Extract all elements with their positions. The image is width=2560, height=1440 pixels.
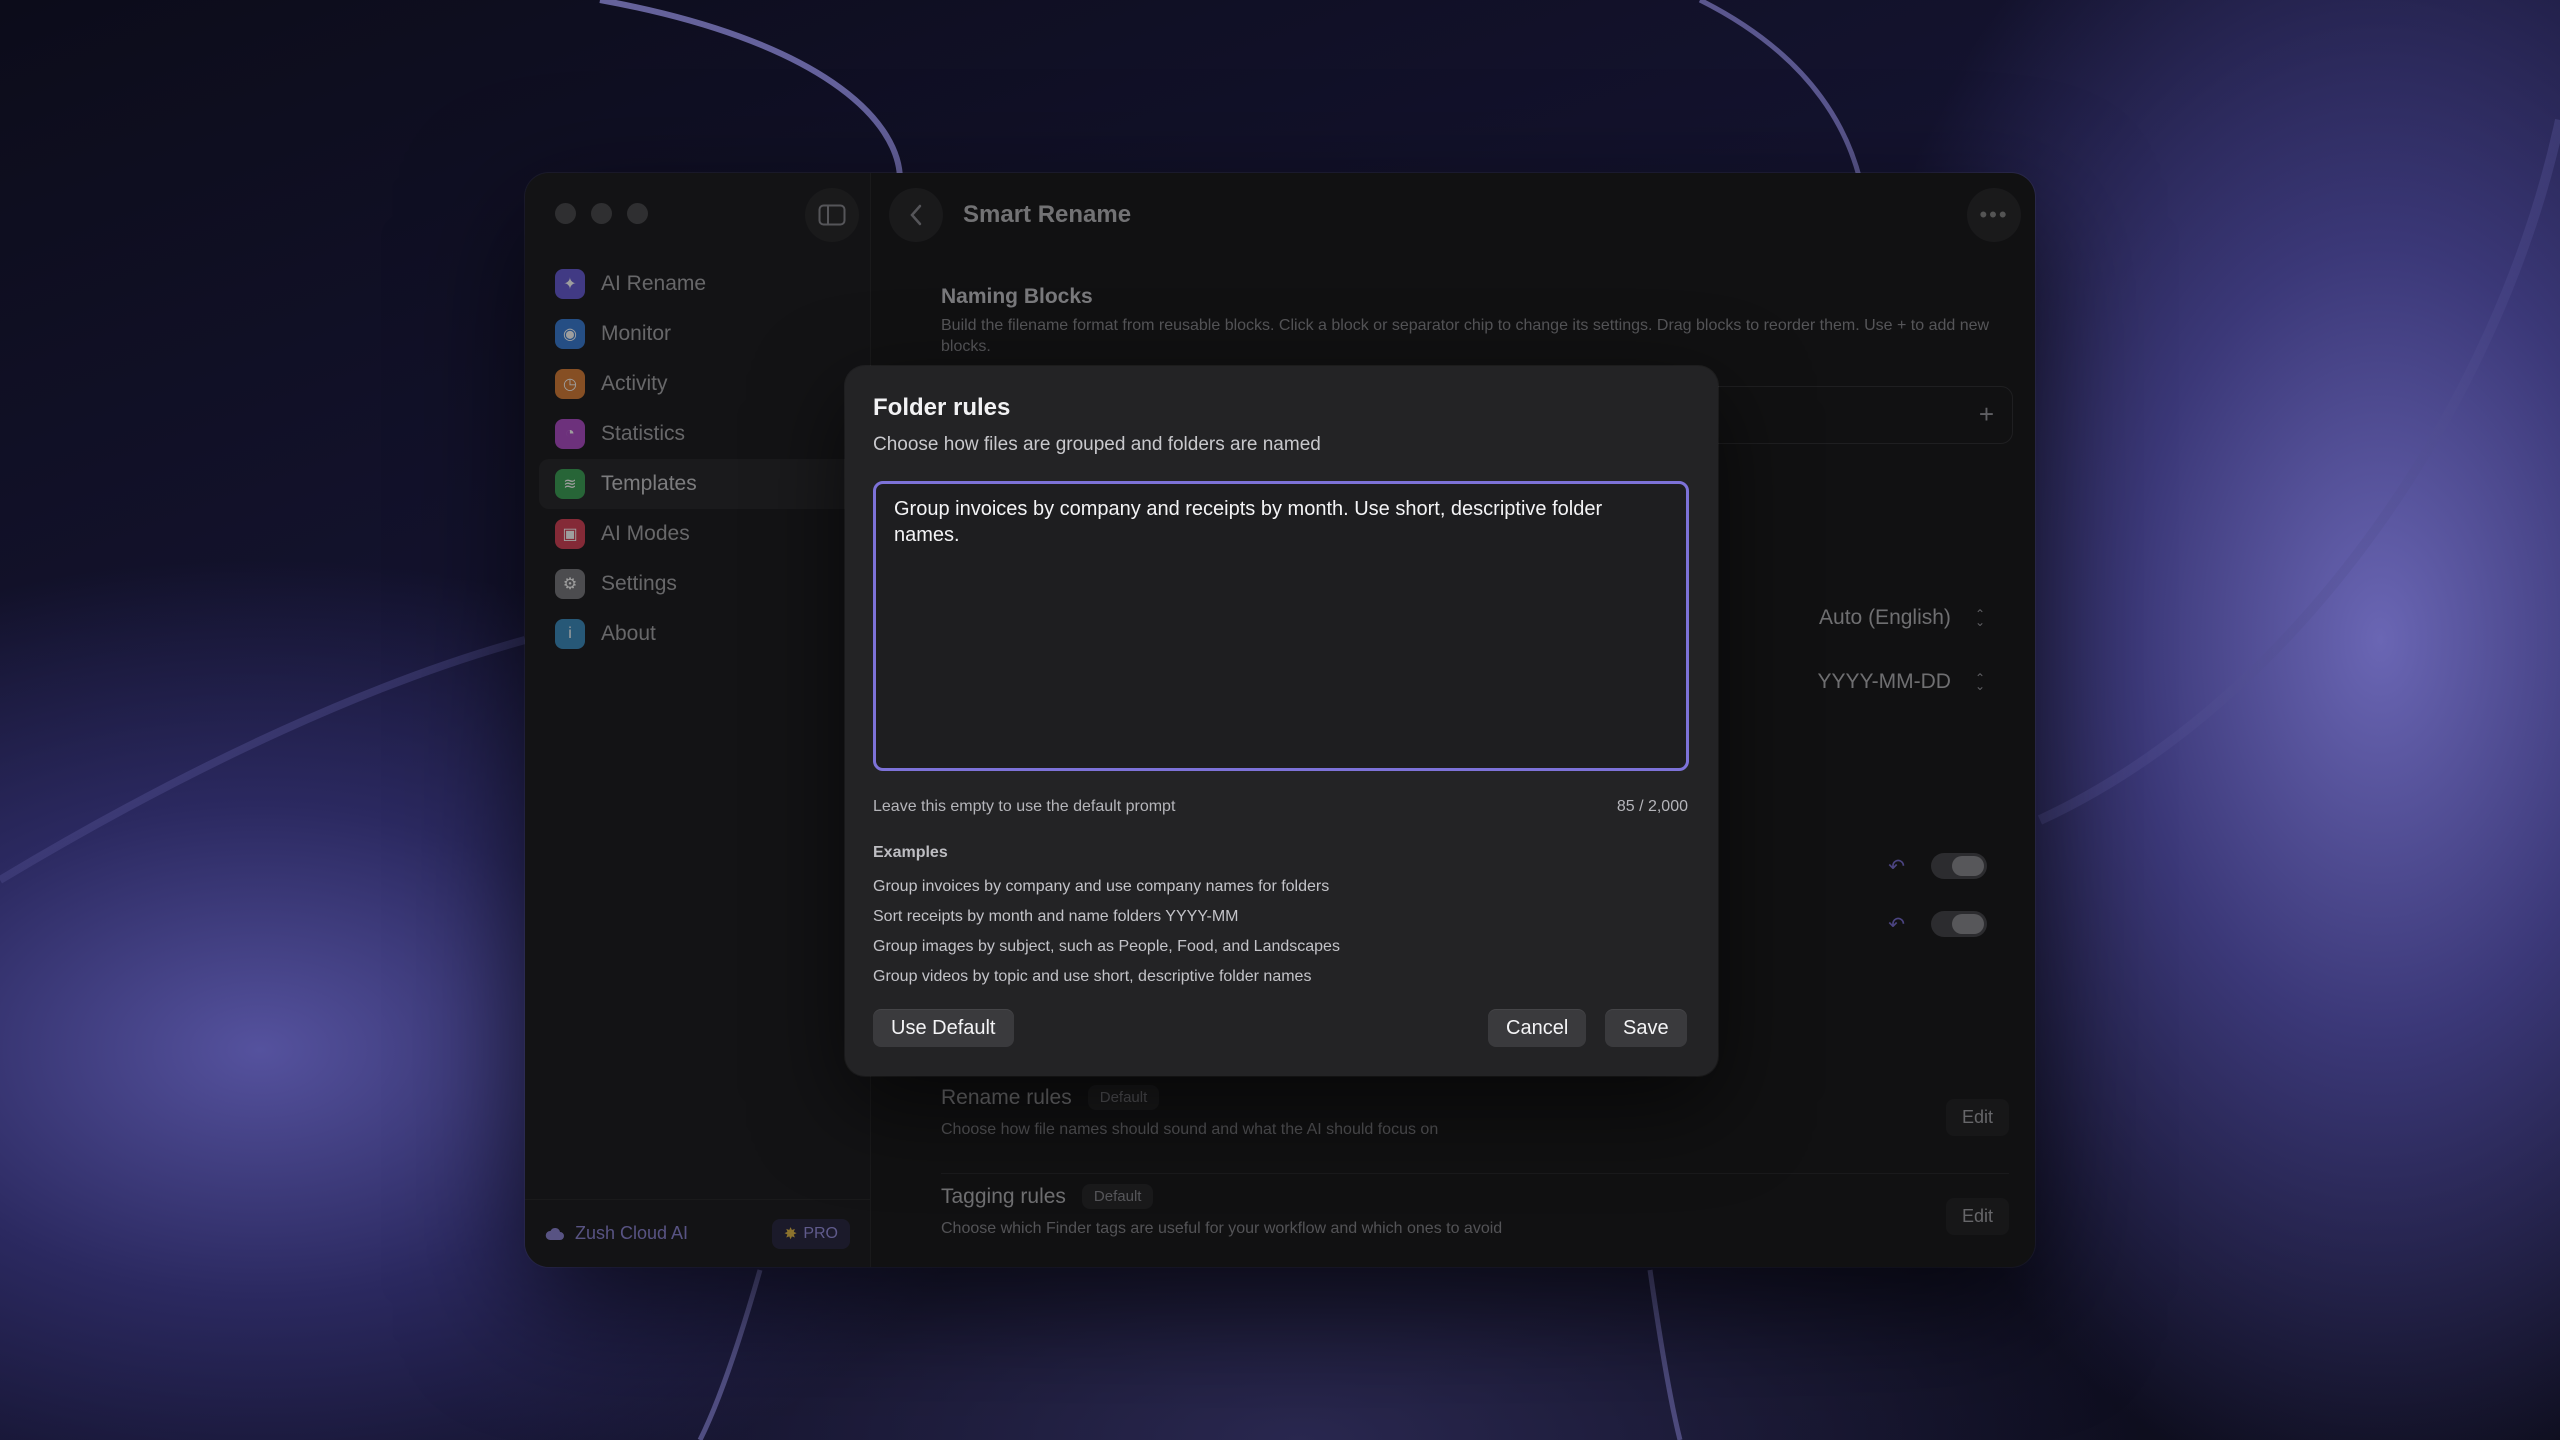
example-item: Group images by subject, such as People,… [873,938,1340,955]
examples-heading: Examples [873,844,948,861]
save-button[interactable]: Save [1605,1009,1687,1047]
dialog-title: Folder rules [873,394,1011,421]
folder-rules-dialog: Folder rules Choose how files are groupe… [845,366,1718,1076]
example-item: Group invoices by company and use compan… [873,878,1330,895]
dialog-subtitle: Choose how files are grouped and folders… [873,434,1321,455]
cancel-button[interactable]: Cancel [1488,1009,1587,1047]
character-count: 85 / 2,000 [1616,798,1688,815]
folder-rules-input[interactable]: Group invoices by company and receipts b… [873,481,1689,771]
example-item: Group videos by topic and use short, des… [873,968,1312,985]
empty-hint: Leave this empty to use the default prom… [873,798,1176,815]
example-item: Sort receipts by month and name folders … [873,908,1239,925]
use-default-button[interactable]: Use Default [873,1009,1014,1047]
examples-list: Group invoices by company and use compan… [873,872,1340,992]
